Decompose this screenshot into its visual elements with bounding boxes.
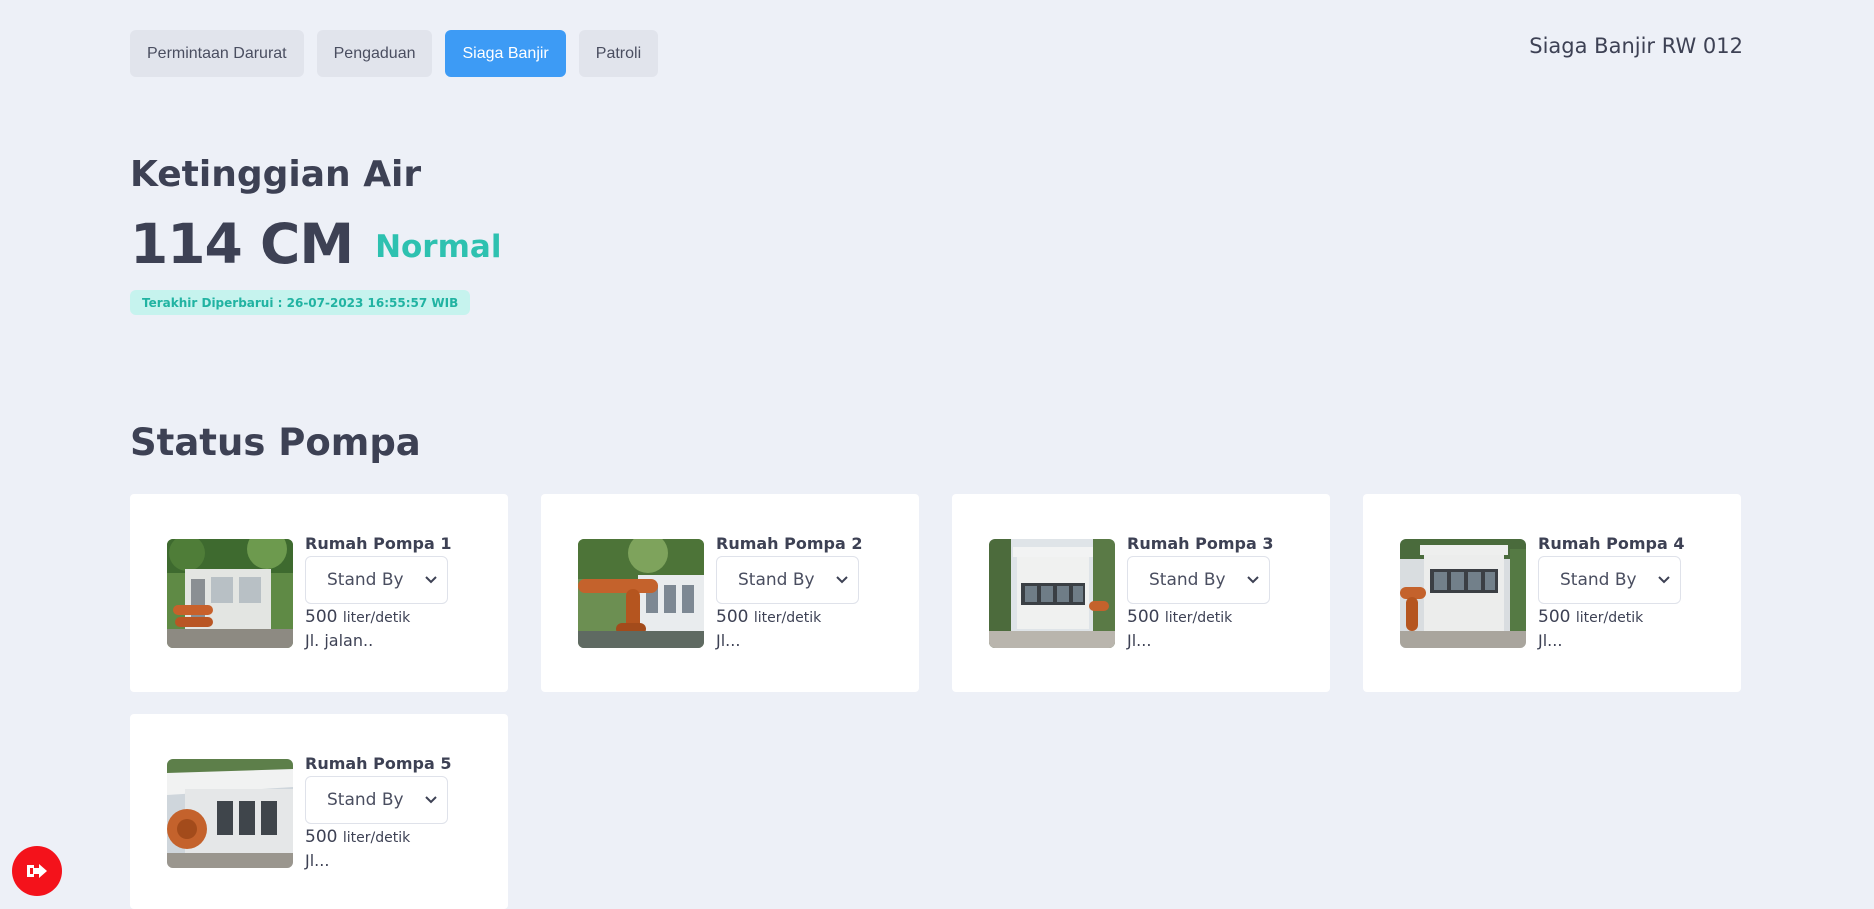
- last-updated-badge: Terakhir Diperbarui : 26-07-2023 16:55:5…: [130, 290, 471, 315]
- pump-flow-rate: 500 liter/detik: [1127, 607, 1232, 627]
- pump-address: Jl...: [716, 631, 741, 650]
- pump-rate-value: 500: [716, 607, 749, 627]
- pump-status-value: Stand By: [1149, 570, 1226, 590]
- pump-rate-value: 500: [305, 827, 338, 847]
- pump-rate-value: 500: [1127, 607, 1160, 627]
- pump-flow-rate: 500 liter/detik: [716, 607, 821, 627]
- pump-flow-rate: 500 liter/detik: [305, 607, 410, 627]
- pump-card-2: Rumah Pompa 2 Stand By 500 liter/detik J…: [541, 494, 919, 692]
- pump-card-1: Rumah Pompa 1 Stand By 500 liter/detik J…: [130, 494, 508, 692]
- pump-flow-rate: 500 liter/detik: [305, 827, 410, 847]
- pump-flow-rate: 500 liter/detik: [1538, 607, 1643, 627]
- pump-status-heading: Status Pompa: [130, 421, 421, 464]
- pump-photo: [167, 539, 293, 648]
- logout-icon: [27, 864, 47, 878]
- pump-status-select[interactable]: Stand By: [1538, 556, 1681, 604]
- pump-card-4: Rumah Pompa 4 Stand By 500 liter/detik J…: [1363, 494, 1741, 692]
- pump-name: Rumah Pompa 3: [1127, 534, 1274, 553]
- pump-rate-unit: liter/detik: [753, 610, 822, 626]
- pump-house-photo: [989, 539, 1115, 648]
- page: Permintaan Darurat Pengaduan Siaga Banji…: [0, 0, 1874, 909]
- pump-rate-unit: liter/detik: [1575, 610, 1644, 626]
- tab-patroli[interactable]: Patroli: [578, 30, 659, 77]
- pump-photo: [1400, 539, 1526, 648]
- pump-card-5: Rumah Pompa 5 Stand By 500 liter/detik J…: [130, 714, 508, 909]
- water-level-value: 114 CM: [130, 212, 354, 276]
- tab-pengaduan[interactable]: Pengaduan: [316, 30, 433, 77]
- pump-status-value: Stand By: [327, 570, 404, 590]
- pump-status-select[interactable]: Stand By: [716, 556, 859, 604]
- pump-rate-unit: liter/detik: [342, 830, 411, 846]
- pump-address: Jl...: [1538, 631, 1563, 650]
- pump-name: Rumah Pompa 2: [716, 534, 863, 553]
- water-level-row: 114 CM Normal: [130, 212, 501, 276]
- chevron-down-icon: [425, 576, 437, 584]
- top-nav: Permintaan Darurat Pengaduan Siaga Banji…: [130, 30, 659, 77]
- chevron-down-icon: [425, 796, 437, 804]
- pump-house-photo: [1400, 539, 1526, 648]
- pump-status-value: Stand By: [1560, 570, 1637, 590]
- pump-rate-value: 500: [305, 607, 338, 627]
- pump-rate-unit: liter/detik: [1164, 610, 1233, 626]
- pump-status-select[interactable]: Stand By: [1127, 556, 1270, 604]
- chevron-down-icon: [1658, 576, 1670, 584]
- pump-photo: [578, 539, 704, 648]
- tab-siaga-banjir[interactable]: Siaga Banjir: [445, 30, 566, 77]
- pump-address: Jl...: [1127, 631, 1152, 650]
- pump-status-value: Stand By: [738, 570, 815, 590]
- app-title: Siaga Banjir RW 012: [1529, 34, 1743, 58]
- pump-name: Rumah Pompa 4: [1538, 534, 1685, 553]
- pump-status-value: Stand By: [327, 790, 404, 810]
- pump-house-photo: [578, 539, 704, 648]
- pump-house-photo: [167, 759, 293, 868]
- pump-name: Rumah Pompa 1: [305, 534, 452, 553]
- pump-house-photo: [167, 539, 293, 648]
- pump-rate-unit: liter/detik: [342, 610, 411, 626]
- logout-button[interactable]: [12, 846, 62, 896]
- chevron-down-icon: [836, 576, 848, 584]
- pump-card-3: Rumah Pompa 3 Stand By 500 liter/detik J…: [952, 494, 1330, 692]
- chevron-down-icon: [1247, 576, 1259, 584]
- pump-address: Jl. jalan..: [305, 631, 374, 650]
- tab-permintaan-darurat[interactable]: Permintaan Darurat: [130, 30, 304, 77]
- pump-photo: [167, 759, 293, 868]
- pump-status-select[interactable]: Stand By: [305, 776, 448, 824]
- pump-name: Rumah Pompa 5: [305, 754, 452, 773]
- water-level-status: Normal: [375, 229, 502, 265]
- water-level-heading: Ketinggian Air: [130, 154, 422, 195]
- pump-rate-value: 500: [1538, 607, 1571, 627]
- pump-address: Jl...: [305, 851, 330, 870]
- pump-status-select[interactable]: Stand By: [305, 556, 448, 604]
- pump-photo: [989, 539, 1115, 648]
